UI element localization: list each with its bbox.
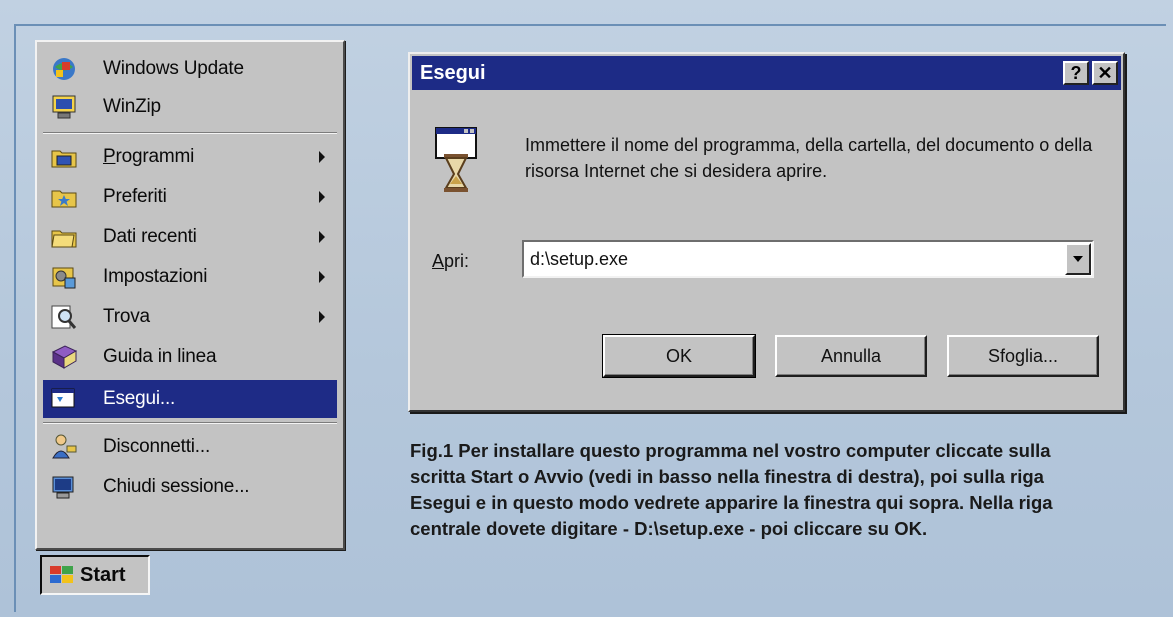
open-input[interactable]: d:\setup.exe xyxy=(524,249,1065,270)
close-button[interactable]: ✕ xyxy=(1092,61,1118,85)
menu-item-label: Guida in linea xyxy=(103,346,217,367)
menu-item-dati-recenti[interactable]: Dati recenti xyxy=(43,218,337,256)
submenu-arrow-icon xyxy=(319,191,325,203)
menu-separator xyxy=(43,422,337,424)
favorites-folder-icon xyxy=(47,180,81,214)
menu-item-impostazioni[interactable]: Impostazioni xyxy=(43,258,337,296)
menu-item-label: Windows Update xyxy=(103,58,244,79)
cancel-button[interactable]: Annulla xyxy=(775,335,927,377)
menu-item-label: Preferiti xyxy=(103,186,167,207)
menu-item-label: WinZip xyxy=(103,96,161,117)
menu-item-label: Esegui... xyxy=(103,388,176,409)
run-icon xyxy=(47,382,81,416)
help-book-icon xyxy=(47,340,81,374)
figure-caption: Fig.1 Per installare questo programma ne… xyxy=(410,440,1053,539)
ok-button[interactable]: OK xyxy=(602,334,756,378)
menu-item-preferiti[interactable]: Preferiti xyxy=(43,178,337,216)
open-label-rest: pri: xyxy=(444,251,470,271)
programs-folder-icon xyxy=(47,140,81,174)
menu-item-label: Disconnetti... xyxy=(103,436,211,457)
chevron-down-icon xyxy=(1073,256,1083,262)
submenu-arrow-icon xyxy=(319,151,325,163)
dialog-title: Esegui xyxy=(420,61,486,84)
menu-item-programmi[interactable]: Programmi xyxy=(43,138,337,176)
logoff-icon xyxy=(47,430,81,464)
run-dialog: Esegui ? ✕ Immettere il nome del program… xyxy=(408,52,1125,412)
menu-item-label: Programmi xyxy=(103,146,319,168)
windows-update-icon xyxy=(47,52,81,86)
menu-item-windows-update[interactable]: Windows Update xyxy=(43,50,337,88)
menu-item-label-rest: rogrammi xyxy=(115,146,195,167)
menu-separator xyxy=(43,132,337,134)
dialog-message: Immettere il nome del programma, della c… xyxy=(525,135,1093,181)
submenu-arrow-icon xyxy=(319,231,325,243)
menu-item-esegui[interactable]: Esegui... xyxy=(43,380,337,418)
menu-item-label: Chiudi sessione... xyxy=(103,476,250,497)
menu-item-label-accesskey: P xyxy=(103,146,116,167)
settings-icon xyxy=(47,260,81,294)
start-menu: Windows Update WinZip Programmi Preferit… xyxy=(35,40,345,550)
menu-item-disconnetti[interactable]: Disconnetti... xyxy=(43,428,337,466)
windows-logo-icon xyxy=(50,566,73,583)
dialog-titlebar[interactable]: Esegui ? ✕ xyxy=(412,56,1121,90)
help-button[interactable]: ? xyxy=(1063,61,1089,85)
open-label: Apri: xyxy=(432,251,469,272)
menu-item-chiudi-sessione[interactable]: Chiudi sessione... xyxy=(43,468,337,506)
menu-item-trova[interactable]: Trova xyxy=(43,298,337,336)
menu-item-label: Dati recenti xyxy=(103,226,197,247)
find-icon xyxy=(47,300,81,334)
open-combobox[interactable]: d:\setup.exe xyxy=(522,240,1094,278)
run-hourglass-icon xyxy=(435,127,477,192)
open-label-accesskey: A xyxy=(432,251,445,271)
documents-folder-icon xyxy=(47,220,81,254)
menu-item-label: Trova xyxy=(103,306,150,327)
start-button-label: Start xyxy=(80,563,126,586)
submenu-arrow-icon xyxy=(319,271,325,283)
start-button[interactable]: Start xyxy=(40,555,150,595)
winzip-icon xyxy=(47,90,81,124)
dropdown-button[interactable] xyxy=(1065,243,1091,275)
menu-item-winzip[interactable]: WinZip xyxy=(43,88,337,126)
shutdown-icon xyxy=(47,470,81,504)
menu-item-label: Impostazioni xyxy=(103,266,208,287)
submenu-arrow-icon xyxy=(319,311,325,323)
browse-button[interactable]: Sfoglia... xyxy=(947,335,1099,377)
menu-item-guida-in-linea[interactable]: Guida in linea xyxy=(43,338,337,376)
